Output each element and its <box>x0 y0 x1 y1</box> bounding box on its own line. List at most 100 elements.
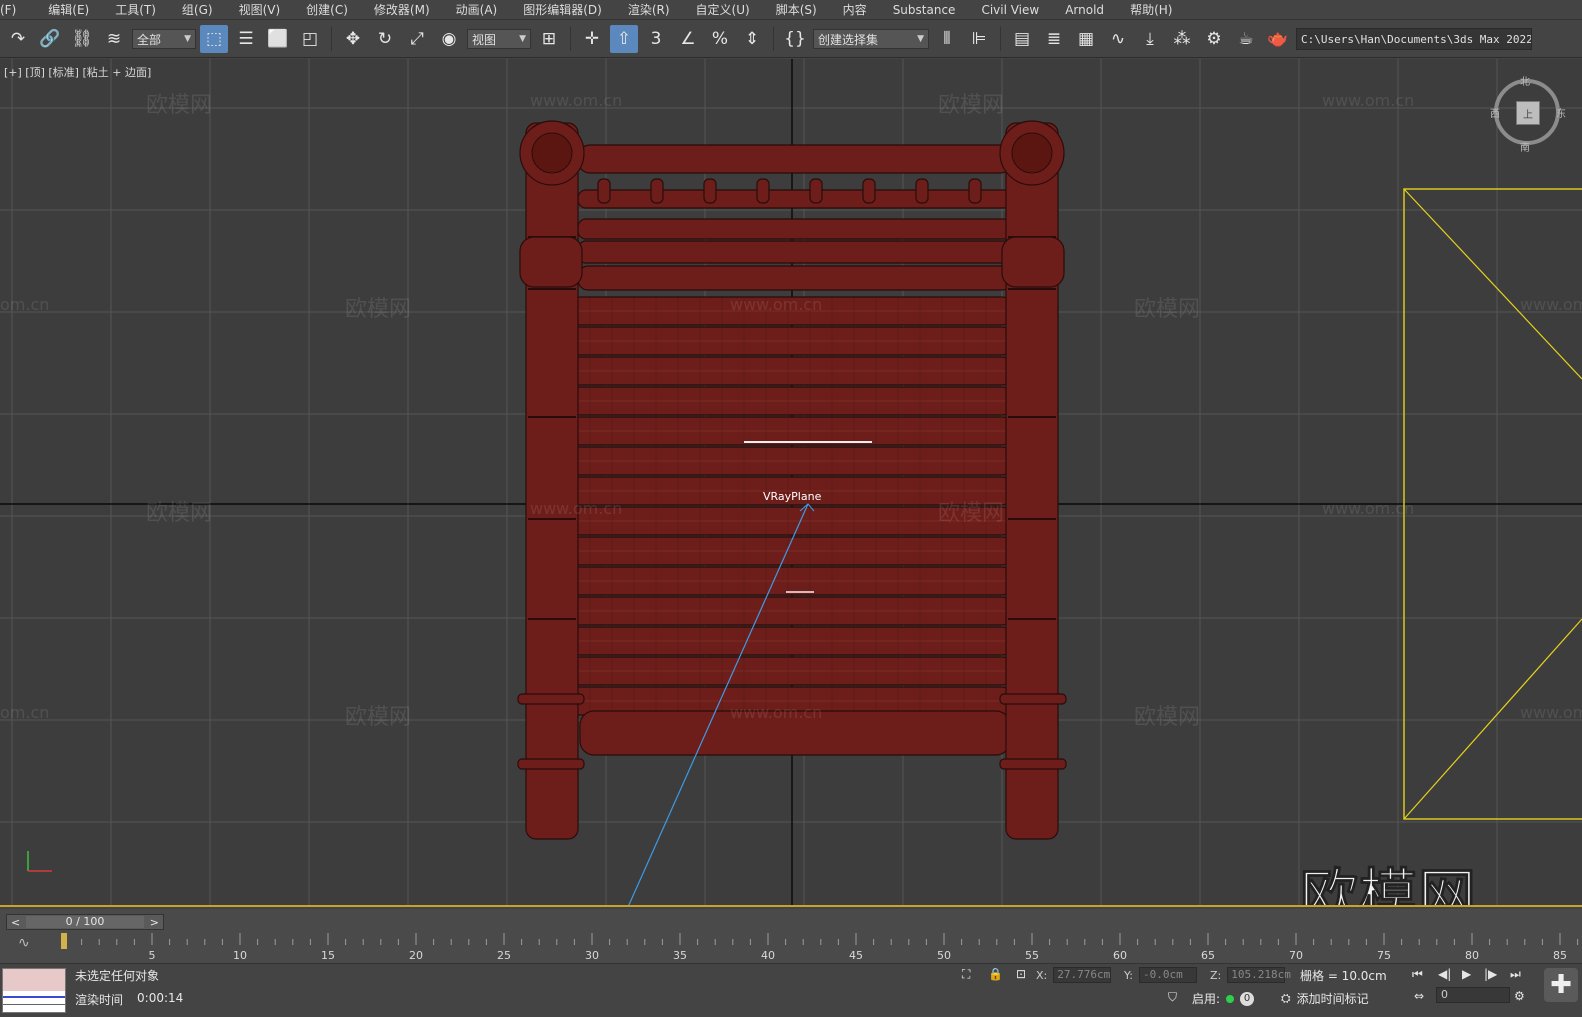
maxscript-mini-listener[interactable] <box>2 968 66 1013</box>
x-field[interactable]: 27.776cm <box>1053 967 1112 983</box>
top-viewport[interactable]: [+] [顶] [标准] [粘土 + 边面] 欧模网 www.om.cn 欧模网… <box>0 59 1582 907</box>
listener-line <box>3 1004 65 1005</box>
curve-editor-icon[interactable]: ∿ <box>1104 25 1132 53</box>
post-cap <box>531 132 573 174</box>
toolbar-divider <box>773 27 774 51</box>
mini-curve-editor-icon[interactable]: ∿ <box>18 935 30 951</box>
rendered-frame-window-icon[interactable]: ☕ <box>1232 25 1260 53</box>
frame-spinner-icon[interactable]: ⇔ <box>1414 989 1424 1003</box>
unlink-icon[interactable]: ⛓ <box>68 25 96 53</box>
rectangular-selection-icon[interactable]: ⬜ <box>264 25 292 53</box>
absolute-mode-icon[interactable]: ⊡ <box>1016 967 1026 981</box>
watermark: 欧模网 <box>146 501 213 526</box>
scale-icon[interactable]: ⤢ <box>403 25 431 53</box>
select-manipulate-icon[interactable]: ✛ <box>578 25 606 53</box>
layer-explorer-icon[interactable]: ≣ <box>1040 25 1068 53</box>
enable-toggle[interactable]: 启用: 0 <box>1192 990 1255 1007</box>
adaptive-degradation-icon[interactable]: ⛉ <box>1168 990 1177 1005</box>
time-slider-prev-button[interactable]: < <box>11 916 20 929</box>
menu-substance[interactable]: Substance <box>893 3 970 17</box>
material-editor-icon[interactable]: ⁂ <box>1168 25 1196 53</box>
next-frame-icon[interactable]: |▶ <box>1484 967 1497 981</box>
vray-plane-label[interactable]: VRayPlane <box>763 490 821 503</box>
listener-input-area <box>3 969 65 991</box>
menu-graph-editors[interactable]: 图形编辑器(D) <box>523 1 616 18</box>
select-by-name-icon[interactable]: ☰ <box>232 25 260 53</box>
named-selection-dropdown[interactable]: 创建选择集 ▼ <box>813 29 929 49</box>
snaps-toggle-icon[interactable]: 3 <box>642 25 670 53</box>
current-frame-marker <box>61 933 67 949</box>
menu-tools[interactable]: 工具(T) <box>115 1 170 18</box>
menu-arnold[interactable]: Arnold <box>1065 3 1118 17</box>
isolate-selection-icon[interactable]: ⛶ <box>962 967 970 982</box>
previous-frame-icon[interactable]: ◀| <box>1438 967 1451 981</box>
menu-create[interactable]: 创建(C) <box>306 1 362 18</box>
schematic-view-icon[interactable]: ⤓ <box>1136 25 1164 53</box>
keyboard-shortcut-override-icon[interactable]: ⇧ <box>610 25 638 53</box>
render-setup-icon[interactable]: ⚙ <box>1200 25 1228 53</box>
menu-rendering[interactable]: 渲染(R) <box>628 1 684 18</box>
selection-lock-icon[interactable]: 🔒 <box>988 967 1003 981</box>
link-icon[interactable]: 🔗 <box>36 25 64 53</box>
project-path-field[interactable]: C:\Users\Han\Documents\3ds Max 2022▼ <box>1296 28 1532 50</box>
move-icon[interactable]: ✥ <box>339 25 367 53</box>
watermark: www.om.cn <box>1322 499 1415 518</box>
chevron-down-icon: ▼ <box>917 34 924 44</box>
selection-filter-dropdown[interactable]: 全部 ▼ <box>132 29 196 49</box>
select-object-icon[interactable]: ⬚ <box>200 25 228 53</box>
viewcube-top-face[interactable]: 上 <box>1516 101 1540 125</box>
menu-scripting[interactable]: 脚本(S) <box>776 1 831 18</box>
window-crossing-icon[interactable]: ◰ <box>296 25 324 53</box>
reference-coord-dropdown[interactable]: 视图 ▼ <box>467 29 531 49</box>
menu-animation[interactable]: 动画(A) <box>456 1 512 18</box>
menu-modifiers[interactable]: 修改器(M) <box>374 1 444 18</box>
menu-help[interactable]: 帮助(H) <box>1130 1 1186 18</box>
bind-space-warp-icon[interactable]: ≋ <box>100 25 128 53</box>
reference-coord-value: 视图 <box>472 32 497 47</box>
edit-named-selection-icon[interactable]: {} <box>781 25 809 53</box>
y-field[interactable]: -0.0cm <box>1138 967 1197 983</box>
corner-binding <box>519 236 583 288</box>
add-time-tag[interactable]: ⛭ 添加时间标记 <box>1281 990 1369 1007</box>
menu-content[interactable]: 内容 <box>843 1 881 18</box>
menu-customize[interactable]: 自定义(U) <box>696 1 764 18</box>
menu-group[interactable]: 组(G) <box>182 1 227 18</box>
watermark: www.om.cn <box>1322 91 1415 110</box>
frame-ruler[interactable]: 5 10 15 20 25 30 35 40 45 50 55 60 65 70 75 80 85 <box>60 933 1580 961</box>
render-production-icon[interactable]: 🫖 <box>1264 25 1292 53</box>
menu-edit[interactable]: 编辑(E) <box>48 1 103 18</box>
redo-icon[interactable]: ↷ <box>4 25 32 53</box>
add-keys-icon[interactable]: ✚ <box>1544 968 1578 1002</box>
watermark: 欧模网 <box>1134 705 1201 730</box>
time-slider-next-button[interactable]: > <box>150 916 159 929</box>
rotate-icon[interactable]: ↻ <box>371 25 399 53</box>
go-to-end-icon[interactable]: ⏭ <box>1510 967 1521 982</box>
project-path-value: C:\Users\Han\Documents\3ds Max 2022 <box>1301 32 1532 46</box>
place-icon[interactable]: ◉ <box>435 25 463 53</box>
scene-explorer-icon[interactable]: ▤ <box>1008 25 1036 53</box>
current-frame-field[interactable]: 0 <box>1436 987 1510 1003</box>
time-config-icon[interactable]: ⚙ <box>1514 989 1525 1003</box>
bamboo-chair-model[interactable] <box>517 120 1067 840</box>
spinner-snap-icon[interactable]: ⇕ <box>738 25 766 53</box>
z-field[interactable]: 105.218cm <box>1227 967 1291 983</box>
ribbon-toggle-icon[interactable]: ▦ <box>1072 25 1100 53</box>
percent-snap-icon[interactable]: % <box>706 25 734 53</box>
render-time-value: 0:00:14 <box>137 991 184 1005</box>
menu-civil-view[interactable]: Civil View <box>981 3 1053 17</box>
align-icon[interactable]: ⊫ <box>965 25 993 53</box>
menu-file[interactable]: (F) <box>0 3 30 17</box>
menu-views[interactable]: 视图(V) <box>239 1 295 18</box>
viewport-label[interactable]: [+] [顶] [标准] [粘土 + 边面] <box>4 64 151 80</box>
z-coordinate: Z: 105.218cm <box>1210 967 1291 983</box>
mirror-icon[interactable]: ⫴ <box>933 25 961 53</box>
go-to-start-icon[interactable]: ⏮ <box>1412 967 1423 982</box>
pivot-center-icon[interactable]: ⊞ <box>535 25 563 53</box>
ruler-tick-label: 25 <box>497 949 511 961</box>
angle-snap-icon[interactable]: ∠ <box>674 25 702 53</box>
play-icon[interactable]: ▶ <box>1462 967 1471 981</box>
time-slider-thumb[interactable]: 0 / 100 <box>26 916 144 928</box>
brand-logo: 欧模网 <box>1299 862 1478 907</box>
viewcube[interactable]: 上 <box>1494 79 1560 145</box>
time-slider[interactable]: < 0 / 100 > <box>6 914 164 930</box>
